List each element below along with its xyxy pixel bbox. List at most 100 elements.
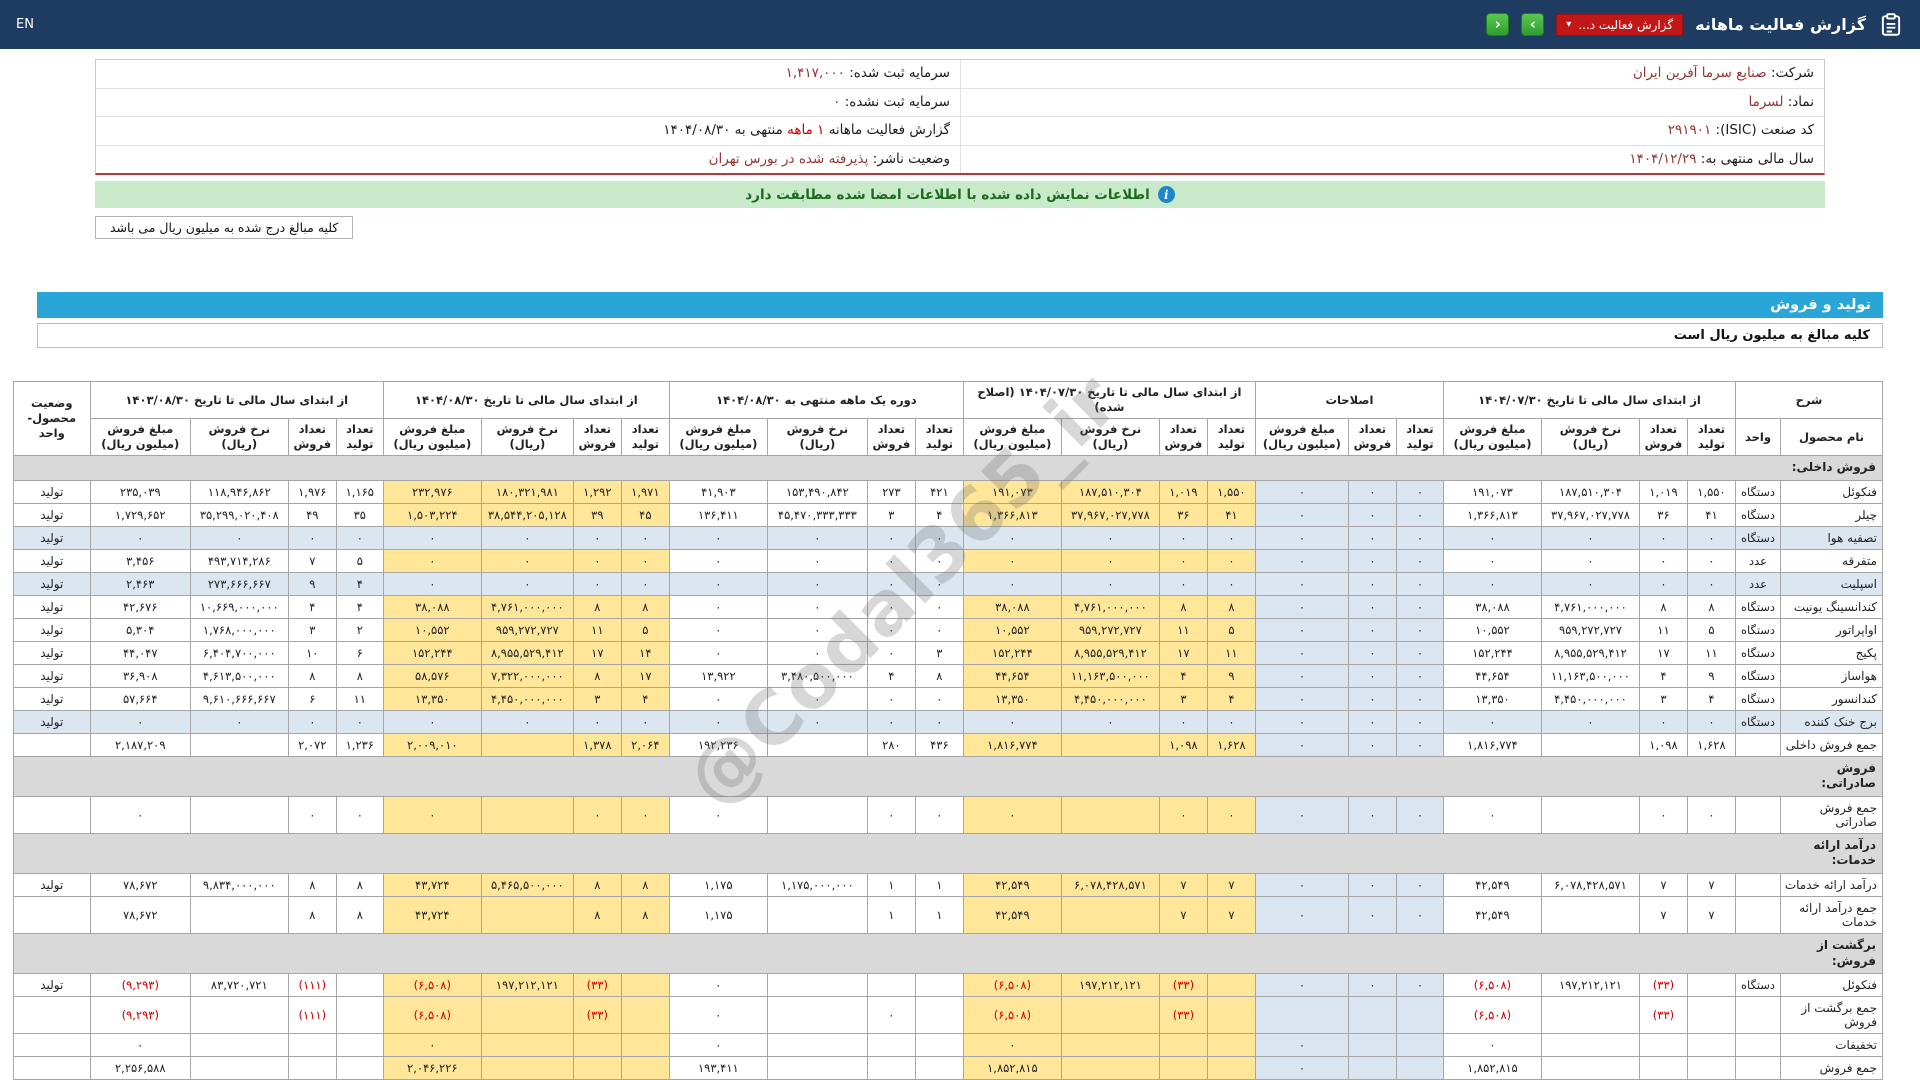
value-cell: ۴,۷۶۱,۰۰۰,۰۰۰ (1540, 594, 1640, 619)
value-cell: ۰ (382, 709, 482, 734)
unit-cell: عدد (1734, 548, 1782, 573)
product-name-cell: اواپراتور (1780, 617, 1883, 642)
value-cell: ۸ (287, 663, 337, 688)
value-cell: ۱۰,۵۵۲ (1442, 617, 1542, 642)
value-cell: ۱,۵۰۳,۲۲۴ (382, 502, 482, 527)
value-cell: ۰ (1347, 973, 1397, 998)
value-cell: ۰ (1347, 872, 1397, 897)
column-header: تعداد تولید (1206, 418, 1256, 456)
page-title: گزارش فعالیت ماهانه (1695, 15, 1866, 34)
value-cell: ۰ (866, 795, 916, 834)
value-cell (1395, 1056, 1444, 1080)
signature-match-text: اطلاعات نمایش داده شده با اطلاعات امضا ش… (745, 186, 1150, 203)
value-cell: ۱,۰۹۸ (1638, 732, 1688, 757)
value-cell (1686, 996, 1736, 1035)
value-cell: ۰ (866, 996, 916, 1035)
value-cell (620, 996, 670, 1035)
value-cell: ۰ (1254, 663, 1349, 688)
value-cell: ۰ (668, 795, 768, 834)
value-cell: ۴ (1206, 686, 1256, 711)
production-sales-table: شرح از ابتدای سال مالی تا تاریخ ۱۴۰۴/۰۷/… (12, 381, 1884, 1080)
value-cell: ۴,۷۶۱,۰۰۰,۰۰۰ (1060, 594, 1160, 619)
english-language-link[interactable]: EN (16, 17, 34, 32)
value-cell (572, 1033, 622, 1058)
value-cell: ۵۸,۵۷۶ (382, 663, 482, 688)
value-cell: ۰ (1254, 525, 1349, 550)
unit-cell: دستگاه (1734, 973, 1782, 998)
unit-cell (1734, 895, 1782, 934)
value-cell: ۹ (287, 571, 337, 596)
unit-cell (1734, 1056, 1782, 1080)
status-cell (12, 1033, 91, 1058)
previous-report-button[interactable]: ‹ (1486, 13, 1510, 36)
value-cell: ۰ (1206, 709, 1256, 734)
group-header-ytd-0830: از ابتدای سال مالی تا تاریخ ۱۴۰۴/۰۸/۳۰ (382, 381, 670, 420)
value-cell: ۷۸,۶۷۲ (89, 872, 191, 897)
symbol-label: نماد: (1787, 93, 1814, 110)
value-cell: (۶,۵۰۸) (382, 973, 482, 998)
value-cell (766, 1033, 868, 1058)
value-cell: ۰ (1254, 640, 1349, 665)
value-cell (1206, 996, 1256, 1035)
unit-cell (1734, 732, 1782, 757)
value-cell (1206, 1056, 1256, 1080)
value-cell (914, 996, 964, 1035)
value-cell: (۳۳) (1158, 996, 1208, 1035)
value-cell: ۰ (668, 571, 768, 596)
value-cell: ۴ (1686, 686, 1736, 711)
value-cell: ۴۳۶ (914, 732, 964, 757)
value-cell: ۶,۰۷۸,۴۲۸,۵۷۱ (1060, 872, 1160, 897)
value-cell: ۷ (1206, 872, 1256, 897)
value-cell: ۰ (1395, 795, 1444, 834)
value-cell: ۴ (866, 663, 916, 688)
value-cell: ۱۱ (572, 617, 622, 642)
value-cell: ۴۹۳,۷۱۴,۲۸۶ (189, 548, 289, 573)
value-cell: ۱۱۸,۹۴۶,۸۶۲ (189, 479, 289, 504)
value-cell (1638, 1033, 1688, 1058)
value-cell: ۸ (572, 872, 622, 897)
value-cell: ۰ (89, 1033, 191, 1058)
company-label: شرکت: (1771, 65, 1814, 81)
section-row: درآمد ارائه خدمات: (12, 832, 1884, 874)
column-header: مبلغ فروش (میلیون ریال) (1442, 418, 1542, 456)
value-cell: ۰ (1442, 571, 1542, 596)
unit-cell (1734, 872, 1782, 897)
value-cell: (۶,۵۰۸) (382, 996, 482, 1035)
value-cell: ۰ (766, 640, 868, 665)
value-cell: ۱۹۳,۴۱۱ (668, 1056, 768, 1080)
value-cell (1206, 973, 1256, 998)
value-cell: ۰ (1347, 594, 1397, 619)
value-cell: ۴ (620, 686, 670, 711)
value-cell: ۰ (1158, 548, 1208, 573)
value-cell: ۲۳۵,۰۳۹ (89, 479, 191, 504)
value-cell (766, 795, 868, 834)
value-cell: ۱۱,۱۶۳,۵۰۰,۰۰۰ (1060, 663, 1160, 688)
unit-cell: دستگاه (1734, 594, 1782, 619)
table-row: جمع درآمد ارائه خدمات ۷ ۷ ۴۲,۵۴۹ ۰ ۰ ۰ ۷ ۷ ۴۲,۵۴۹… (12, 895, 1883, 934)
value-cell: ۰ (287, 525, 337, 550)
value-cell: ۰ (572, 525, 622, 550)
value-cell: ۳,۴۸۰,۵۰۰,۰۰۰ (766, 663, 868, 688)
status-cell: تولید (12, 594, 91, 619)
value-cell: ۰ (1060, 709, 1160, 734)
next-report-button[interactable]: › (1521, 13, 1545, 36)
value-cell: ۱,۱۶۵ (335, 479, 384, 504)
product-name-cell: چیلر (1780, 502, 1883, 527)
column-header: تعداد فروش (572, 418, 622, 456)
value-cell: ۴۵,۴۷۰,۳۳۳,۳۳۳ (766, 502, 868, 527)
value-cell: ۰ (89, 525, 191, 550)
product-name-cell: متفرقه (1780, 548, 1883, 573)
value-cell: ۰ (1060, 548, 1160, 573)
value-cell: ۰ (1540, 709, 1640, 734)
value-cell: ۱,۸۱۶,۷۷۴ (962, 732, 1062, 757)
value-cell: ۰ (1254, 502, 1349, 527)
value-cell: ۹ (1206, 663, 1256, 688)
value-cell: ۳۶,۹۰۸ (89, 663, 191, 688)
unit-cell: دستگاه (1734, 479, 1782, 504)
value-cell: ۱۱ (335, 686, 384, 711)
value-cell (189, 732, 289, 757)
report-type-dropdown[interactable]: گزارش فعالیت د... ▾ (1556, 13, 1684, 36)
value-cell: ۰ (1347, 502, 1397, 527)
value-cell: ۱۷ (572, 640, 622, 665)
status-cell: تولید (12, 640, 91, 665)
